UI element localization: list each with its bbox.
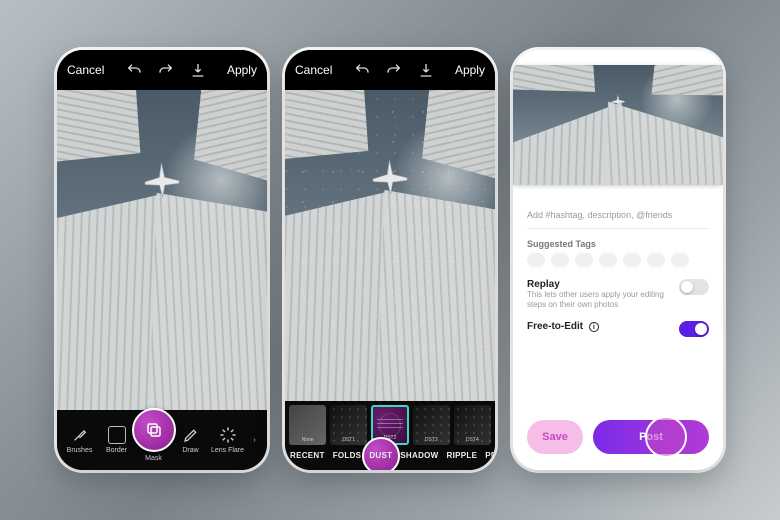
redo-icon[interactable] (385, 61, 403, 79)
tool-label: Brushes (67, 447, 93, 454)
lensflare-icon (219, 426, 237, 444)
save-button[interactable]: Save (527, 420, 583, 454)
tool-label: Lens Flare (211, 447, 244, 454)
filter-thumb[interactable]: DST4 (454, 405, 491, 445)
airplane-icon (140, 158, 183, 201)
tool-border[interactable]: Border (100, 426, 134, 454)
tool-label: Draw (182, 447, 198, 454)
more-icon: › (246, 431, 264, 449)
tool-draw[interactable]: Draw (174, 426, 208, 454)
airplane-icon (368, 155, 411, 198)
download-icon[interactable] (417, 61, 435, 79)
apply-button[interactable]: Apply (227, 63, 257, 77)
building-shape (418, 90, 495, 190)
brush-icon (71, 426, 89, 444)
redo-icon[interactable] (157, 61, 175, 79)
editor-topbar: Cancel Apply (57, 50, 267, 90)
tag-pill[interactable] (671, 253, 689, 267)
selected-highlight (645, 416, 687, 458)
free-to-edit-label: Free-to-Edit (527, 321, 583, 332)
share-preview-area (513, 50, 723, 200)
filter-thumb[interactable]: DST3 (413, 405, 450, 445)
replay-sub: This lets other users apply your editing… (527, 290, 667, 311)
cancel-button[interactable]: Cancel (295, 63, 332, 77)
airplane-icon (610, 93, 627, 110)
tool-lensflare[interactable]: Lens Flare (211, 426, 245, 454)
filter-category[interactable]: FOLDS (330, 449, 365, 462)
suggested-tags-label: Suggested Tags (527, 239, 709, 249)
tool-mask[interactable]: Mask (137, 418, 171, 462)
apply-button[interactable]: Apply (455, 63, 485, 77)
filter-category[interactable]: SHADOW (397, 449, 441, 462)
tool-more[interactable]: › (248, 431, 262, 449)
filter-category[interactable]: RECENT (287, 449, 328, 462)
free-to-edit-toggle[interactable] (679, 321, 709, 337)
tag-pill[interactable] (623, 253, 641, 267)
tag-pill[interactable] (551, 253, 569, 267)
share-bottom-bar: Save Post (513, 408, 723, 470)
border-icon (108, 426, 126, 444)
filter-category-selected[interactable]: DUST (366, 449, 395, 462)
share-preview-thumb[interactable] (513, 65, 723, 185)
undo-icon[interactable] (125, 61, 143, 79)
tool-bar: Brushes Border Mask Draw Lens Flare (57, 410, 267, 470)
building-shape (285, 90, 370, 170)
photo-canvas[interactable] (285, 90, 495, 401)
caption-input[interactable]: Add #hashtag, description, @friends (527, 210, 709, 229)
filter-category[interactable]: PRISM (482, 449, 495, 462)
filter-panel: None DST1 DST2 DST3 DST4 RECENT FOLDS DU… (285, 401, 495, 470)
mask-icon (145, 421, 163, 439)
filter-category-row: RECENT FOLDS DUST SHADOW RIPPLE PRISM (285, 445, 495, 468)
tag-pill[interactable] (599, 253, 617, 267)
phone-editor-filters: Cancel Apply None DST1 DST2 DST3 DS (285, 50, 495, 470)
replay-toggle[interactable] (679, 279, 709, 295)
draw-icon (182, 426, 200, 444)
editor-topbar: Cancel Apply (285, 50, 495, 90)
undo-icon[interactable] (353, 61, 371, 79)
suggested-tags-row[interactable] (527, 249, 709, 269)
replay-row: Replay This lets other users apply your … (527, 279, 709, 311)
photo-canvas[interactable] (57, 90, 267, 410)
selected-highlight (132, 408, 176, 452)
download-icon[interactable] (189, 61, 207, 79)
replay-label: Replay (527, 279, 667, 290)
filter-thumb[interactable]: DST1 (330, 405, 367, 445)
tag-pill[interactable] (527, 253, 545, 267)
share-form: Add #hashtag, description, @friends Sugg… (513, 200, 723, 408)
filter-category[interactable]: RIPPLE (444, 449, 481, 462)
cancel-button[interactable]: Cancel (67, 63, 104, 77)
tool-label: Border (106, 447, 127, 454)
tag-pill[interactable] (575, 253, 593, 267)
tool-label: Mask (145, 455, 162, 462)
building-shape (190, 90, 267, 193)
phone-editor-tools: Cancel Apply Brushes Border (57, 50, 267, 470)
tag-pill[interactable] (647, 253, 665, 267)
filter-thumb-none[interactable]: None (289, 405, 326, 445)
tool-brushes[interactable]: Brushes (63, 426, 97, 454)
phone-share: Add #hashtag, description, @friends Sugg… (513, 50, 723, 470)
info-icon[interactable]: i (589, 322, 599, 332)
free-to-edit-row: Free-to-Edit i (527, 321, 709, 337)
building-shape (57, 90, 142, 172)
post-button[interactable]: Post (593, 420, 709, 454)
